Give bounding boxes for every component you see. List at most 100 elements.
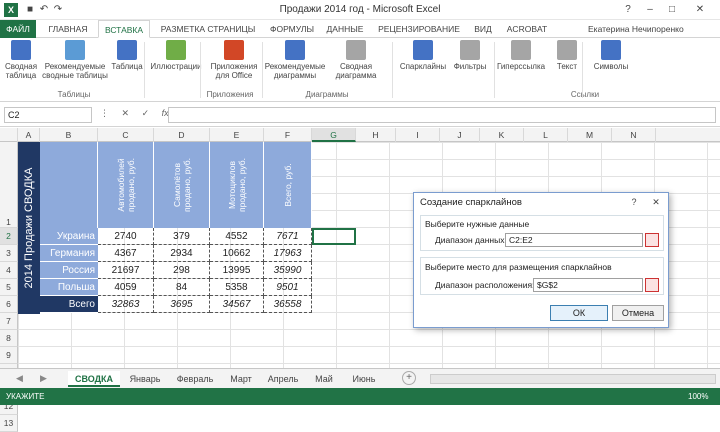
sheet-tab[interactable]: Май <box>306 371 342 387</box>
column-header-i[interactable]: I <box>396 128 440 142</box>
table-cell[interactable]: 3695 <box>154 296 210 313</box>
hyperlink-button[interactable]: Гиперссылка <box>496 40 546 71</box>
column-header-k[interactable]: K <box>480 128 524 142</box>
tab-file[interactable]: ФАЙЛ <box>0 20 36 38</box>
symbols-button[interactable]: Символы <box>588 40 634 71</box>
enter-icon[interactable]: ✓ <box>142 108 150 118</box>
table-cell[interactable]: 32863 <box>98 296 154 313</box>
location-range-input[interactable]: $G$2 <box>533 278 643 292</box>
cancel-icon[interactable]: ✕ <box>122 108 130 118</box>
row-header-7[interactable]: 7 <box>0 313 18 330</box>
active-cell-g2[interactable] <box>312 228 356 245</box>
column-title-cell[interactable]: Мотоциклов продано, руб. <box>210 142 264 228</box>
row-header-8[interactable]: 8 <box>0 330 18 347</box>
illustrations-button[interactable]: Иллюстрации <box>146 40 206 71</box>
recommended-charts-button[interactable]: Рекомендуемые диаграммы <box>264 40 326 80</box>
minimize-icon[interactable]: – <box>640 3 660 17</box>
row-header-3[interactable]: 3 <box>0 245 18 262</box>
column-title-cell[interactable]: Автомобилей продано, руб. <box>98 142 154 228</box>
new-sheet-icon[interactable]: + <box>402 371 416 385</box>
header-blank-cell[interactable] <box>40 142 98 228</box>
column-header-j[interactable]: J <box>440 128 480 142</box>
collapse-dialog-icon[interactable] <box>645 278 659 292</box>
tab-data[interactable]: ДАННЫЕ <box>322 20 368 38</box>
ok-button[interactable]: ОК <box>550 305 608 321</box>
row-header-9[interactable]: 9 <box>0 347 18 364</box>
zoom-level[interactable]: 100% <box>688 392 708 401</box>
collapse-dialog-icon[interactable] <box>645 233 659 247</box>
close-icon[interactable]: ✕ <box>690 3 710 17</box>
sheet-tab[interactable]: СВОДКА <box>68 371 120 387</box>
help-icon[interactable]: ? <box>618 3 638 17</box>
column-header-l[interactable]: L <box>524 128 568 142</box>
pivotchart-button[interactable]: Сводная диаграмма <box>326 40 386 80</box>
table-cell[interactable]: 21697 <box>98 262 154 279</box>
table-cell[interactable]: 84 <box>154 279 210 296</box>
table-cell[interactable]: 4552 <box>210 228 264 245</box>
sheet-tab[interactable]: Январь <box>122 371 168 387</box>
table-button[interactable]: Таблица <box>110 40 144 71</box>
column-header-d[interactable]: D <box>154 128 210 142</box>
row-label[interactable]: Германия <box>40 245 98 262</box>
row-header-5[interactable]: 5 <box>0 279 18 296</box>
sparklines-button[interactable]: Спарклайны <box>398 40 448 71</box>
table-cell[interactable]: 379 <box>154 228 210 245</box>
tab-insert[interactable]: ВСТАВКА <box>98 20 150 38</box>
row-label[interactable]: Россия <box>40 262 98 279</box>
table-cell[interactable]: 36558 <box>264 296 312 313</box>
table-cell[interactable]: 34567 <box>210 296 264 313</box>
cancel-button[interactable]: Отмена <box>612 305 664 321</box>
formula-input[interactable] <box>168 107 716 123</box>
table-cell[interactable]: 9501 <box>264 279 312 296</box>
table-cell[interactable]: 2740 <box>98 228 154 245</box>
tab-acrobat[interactable]: ACROBAT <box>502 20 552 38</box>
row-header-6[interactable]: 6 <box>0 296 18 313</box>
column-title-cell[interactable]: Самолётов продано, руб. <box>154 142 210 228</box>
row-label[interactable]: Польша <box>40 279 98 296</box>
row-header-1[interactable]: 1 <box>0 142 18 228</box>
tab-review[interactable]: РЕЦЕНЗИРОВАНИЕ <box>372 20 466 38</box>
table-cell[interactable]: 4059 <box>98 279 154 296</box>
column-title-cell[interactable]: Всего, руб. <box>264 142 312 228</box>
row-header-2[interactable]: 2 <box>0 228 18 245</box>
tab-page-layout[interactable]: РАЗМЕТКА СТРАНИЦЫ <box>154 20 262 38</box>
text-button[interactable]: Текст <box>548 40 586 71</box>
table-cell[interactable]: 17963 <box>264 245 312 262</box>
column-header-g[interactable]: G <box>312 128 356 142</box>
tab-view[interactable]: ВИД <box>470 20 496 38</box>
filters-button[interactable]: Фильтры <box>448 40 492 71</box>
data-range-input[interactable]: C2:E2 <box>505 233 643 247</box>
table-cell[interactable]: 5358 <box>210 279 264 296</box>
office-apps-button[interactable]: Приложения для Office <box>206 40 262 80</box>
table-cell[interactable]: 4367 <box>98 245 154 262</box>
row-label[interactable]: Украина <box>40 228 98 245</box>
tab-formulas[interactable]: ФОРМУЛЫ <box>264 20 320 38</box>
prev-sheet-icon[interactable]: ◀ <box>16 373 23 384</box>
name-box[interactable]: C2 <box>4 107 92 123</box>
row-label[interactable]: Всего <box>40 296 98 313</box>
tab-home[interactable]: ГЛАВНАЯ <box>40 20 96 38</box>
column-header-m[interactable]: M <box>568 128 612 142</box>
table-cell[interactable]: 13995 <box>210 262 264 279</box>
horizontal-scrollbar[interactable] <box>430 374 716 384</box>
column-header-e[interactable]: E <box>210 128 264 142</box>
pivottable-button[interactable]: Сводная таблица <box>4 40 38 80</box>
column-header-h[interactable]: H <box>356 128 396 142</box>
table-cell[interactable]: 10662 <box>210 245 264 262</box>
sheet-tab[interactable]: Февраль <box>170 371 220 387</box>
table-cell[interactable]: 35990 <box>264 262 312 279</box>
column-header-f[interactable]: F <box>264 128 312 142</box>
table-cell[interactable]: 298 <box>154 262 210 279</box>
dialog-close-icon[interactable]: ✕ <box>648 195 664 209</box>
column-header-b[interactable]: B <box>40 128 98 142</box>
row-header-13[interactable]: 13 <box>0 415 18 432</box>
table-cell[interactable]: 2934 <box>154 245 210 262</box>
select-all-corner[interactable] <box>0 128 18 142</box>
next-sheet-icon[interactable]: ▶ <box>40 373 47 384</box>
table-cell[interactable]: 7671 <box>264 228 312 245</box>
dialog-help-icon[interactable]: ? <box>626 195 642 209</box>
recommended-pivottables-button[interactable]: Рекомендуемые сводные таблицы <box>40 40 110 80</box>
sheet-tab[interactable]: Апрель <box>262 371 304 387</box>
row-header-4[interactable]: 4 <box>0 262 18 279</box>
user-name[interactable]: Екатерина Нечипоренко <box>588 20 684 38</box>
